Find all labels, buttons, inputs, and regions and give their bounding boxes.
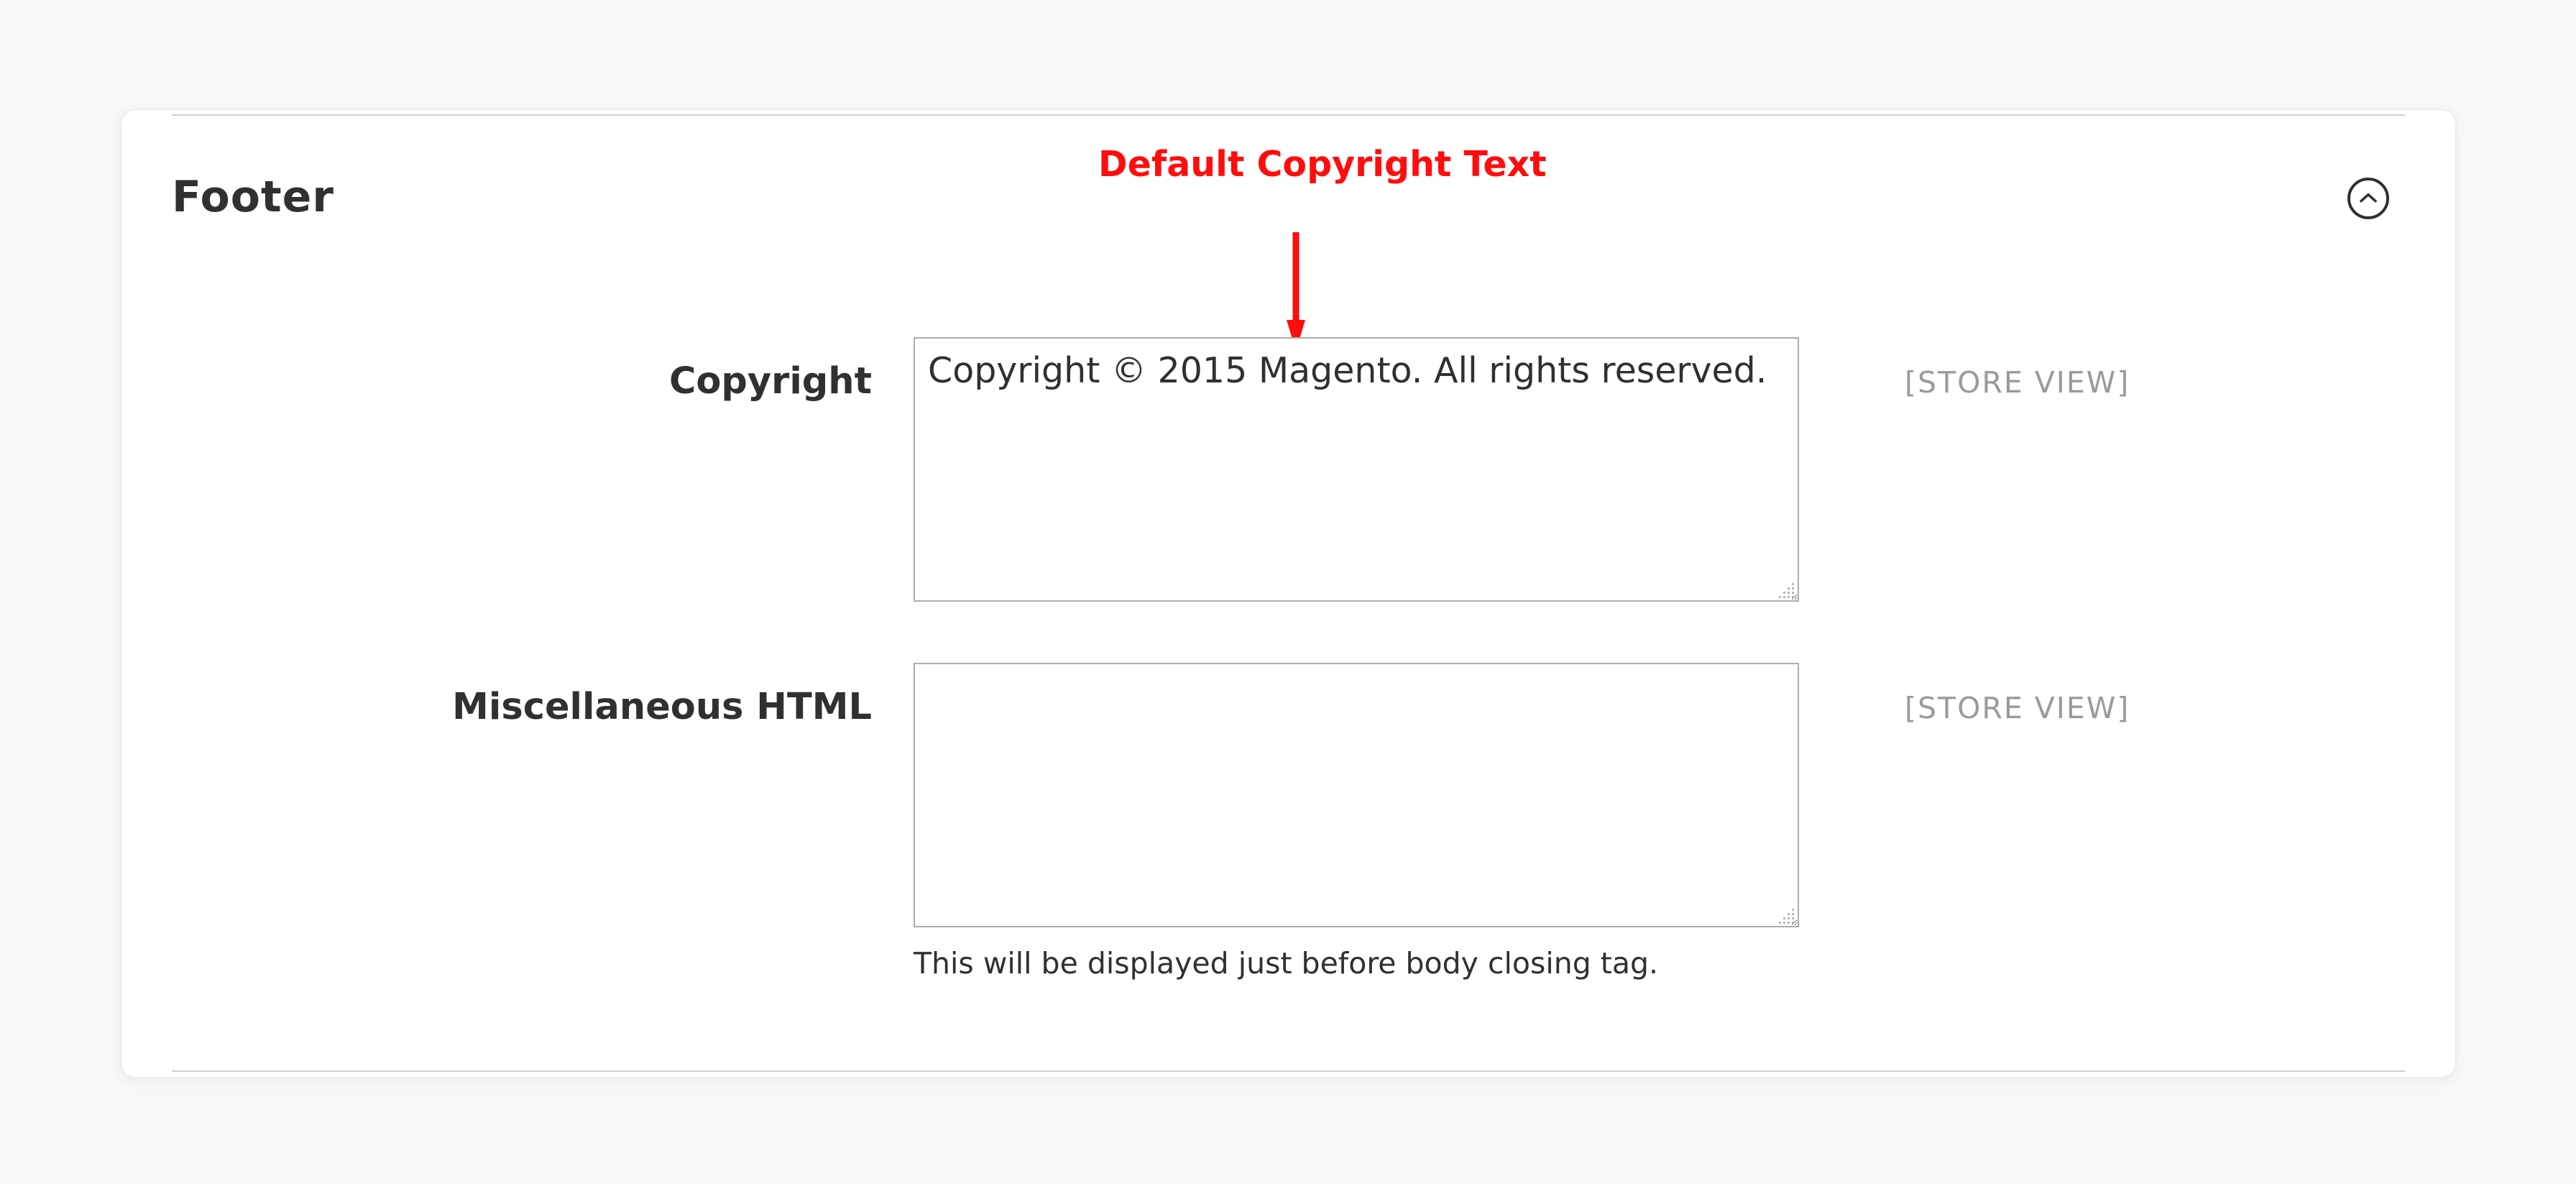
annotation-label: Default Copyright Text bbox=[1098, 144, 1547, 185]
copyright-textarea[interactable]: Copyright © 2015 Magento. All rights res… bbox=[914, 337, 1799, 602]
chevron-up-icon bbox=[2360, 193, 2377, 203]
section-title[interactable]: Footer bbox=[172, 172, 334, 222]
misc-html-textarea[interactable] bbox=[914, 663, 1799, 927]
copyright-label: Copyright bbox=[668, 360, 872, 403]
annotation-arrow-icon bbox=[1287, 232, 1305, 351]
panel-top-divider bbox=[172, 114, 2405, 116]
misc-html-note: This will be displayed just before body … bbox=[914, 946, 1659, 981]
copyright-scope-label: [STORE VIEW] bbox=[1905, 365, 2130, 400]
misc-html-scope-label: [STORE VIEW] bbox=[1905, 691, 2130, 725]
panel-bottom-divider bbox=[172, 1070, 2405, 1072]
misc-html-label: Miscellaneous HTML bbox=[452, 686, 872, 728]
collapse-toggle-button[interactable] bbox=[2347, 178, 2389, 219]
